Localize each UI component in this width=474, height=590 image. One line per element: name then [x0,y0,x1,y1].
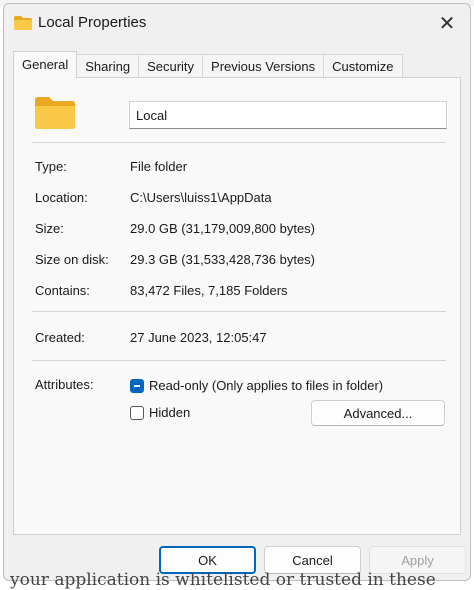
size-on-disk-label: Size on disk: [35,252,109,267]
general-panel: Type: File folder Location: C:\Users\lui… [13,77,461,535]
contains-value: 83,472 Files, 7,185 Folders [130,283,288,298]
close-icon: ✕ [438,12,456,35]
advanced-button[interactable]: Advanced... [311,400,445,426]
size-on-disk-value: 29.3 GB (31,533,428,736 bytes) [130,252,316,267]
readonly-checkbox[interactable] [130,379,144,393]
readonly-label[interactable]: Read-only (Only applies to files in fold… [149,378,383,393]
window-title: Local Properties [38,14,147,31]
contains-label: Contains: [35,283,90,298]
tab-sharing[interactable]: Sharing [76,54,140,78]
close-button[interactable]: ✕ [424,4,470,42]
size-value: 29.0 GB (31,179,009,800 bytes) [130,221,316,236]
location-label: Location: [35,190,88,205]
size-label: Size: [35,221,64,236]
location-value: C:\Users\luiss1\AppData [130,190,272,205]
attributes-label: Attributes: [35,377,94,392]
type-value: File folder [130,159,188,174]
hidden-label[interactable]: Hidden [149,405,190,420]
tab-previous-versions[interactable]: Previous Versions [202,54,325,78]
tab-customize[interactable]: Customize [323,54,403,78]
divider [32,360,446,361]
properties-dialog: Local Properties ✕ General Sharing Secur… [3,3,471,581]
created-value: 27 June 2023, 12:05:47 [130,330,267,345]
tab-security[interactable]: Security [138,54,204,78]
divider [32,311,446,312]
created-label: Created: [35,330,85,345]
hidden-checkbox[interactable] [130,406,144,420]
folder-name-input[interactable] [129,101,447,129]
type-label: Type: [35,159,67,174]
tab-general[interactable]: General [13,51,78,78]
background-document-text: your application is whitelisted or trust… [10,570,436,590]
divider [32,142,446,143]
folder-icon [35,97,75,129]
folder-icon [14,16,32,30]
title-bar[interactable]: Local Properties ✕ [4,4,470,42]
tab-strip: General Sharing Security Previous Versio… [13,51,403,78]
